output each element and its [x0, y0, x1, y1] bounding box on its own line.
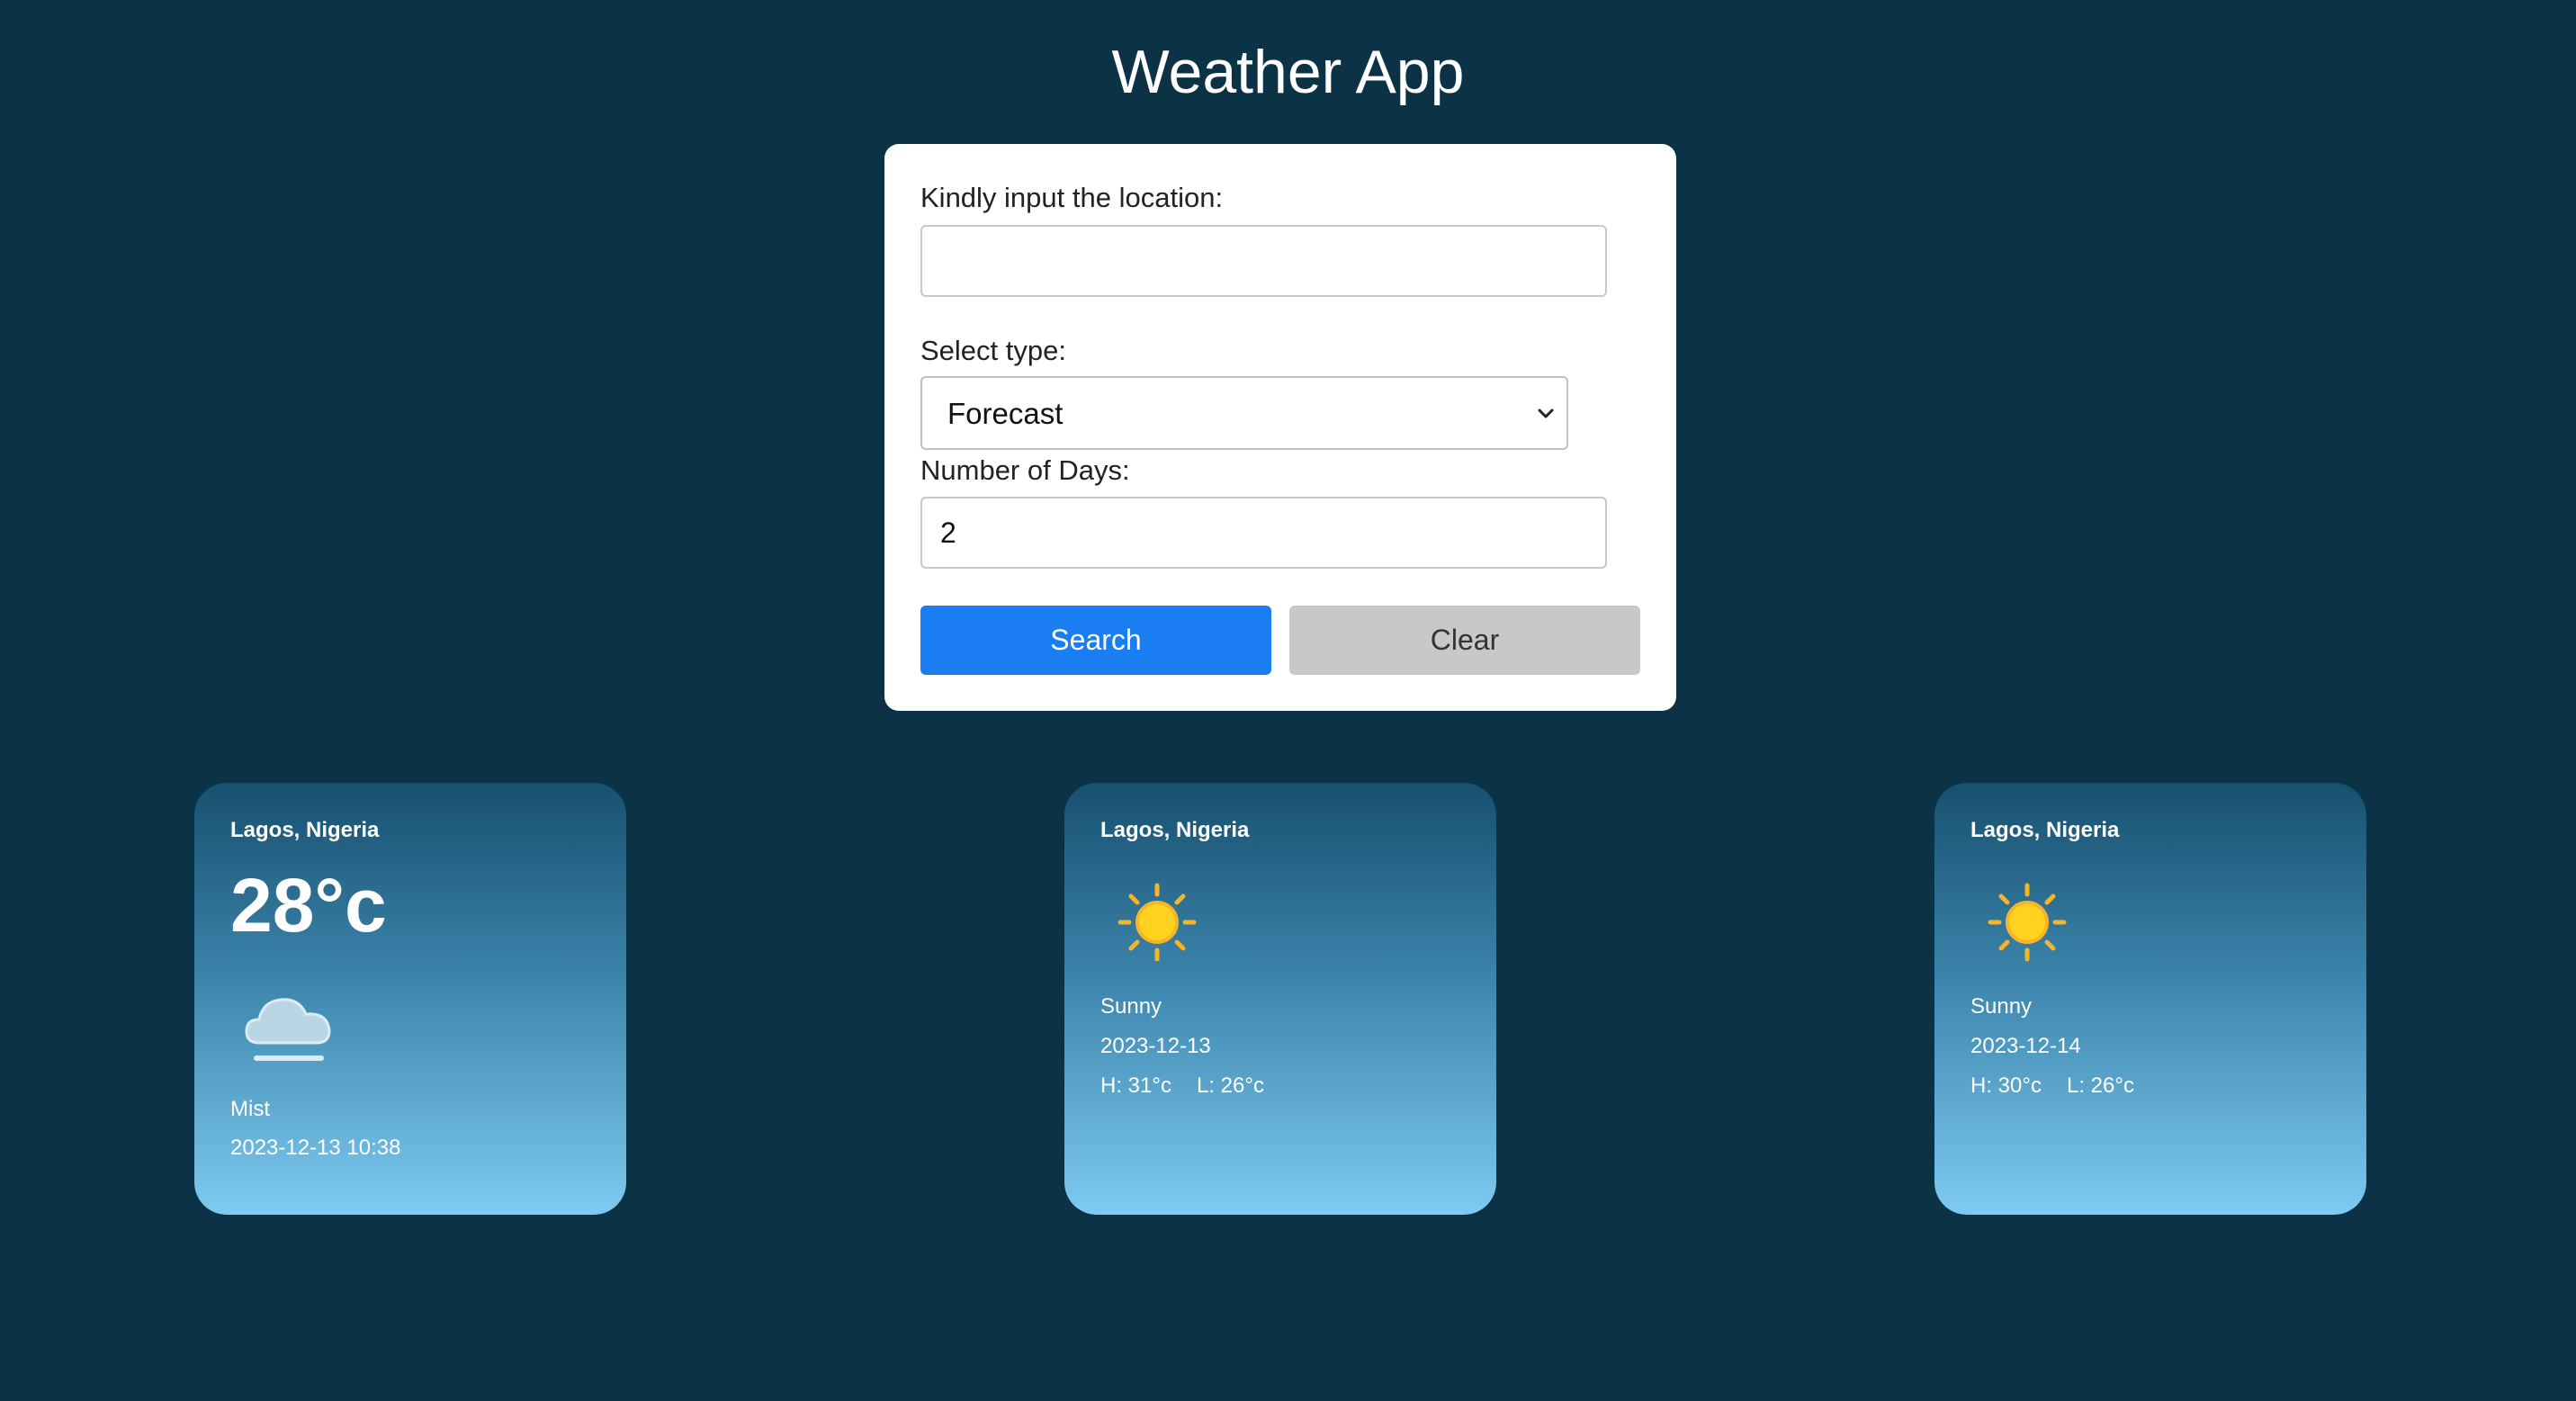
card-date: 2023-12-14 [1970, 1034, 2081, 1058]
days-input[interactable] [920, 497, 1607, 569]
days-label: Number of Days: [920, 454, 1130, 486]
search-form: Kindly input the location: Select type: … [884, 144, 1676, 711]
chevron-down-icon [1538, 409, 1554, 418]
card-high-low: H: 31°c L: 26°c [1100, 1071, 1264, 1101]
forecast-card: Lagos, Nigeria Sunny 2023-12-13 H: 31°c L… [1064, 783, 1496, 1215]
card-location: Lagos, Nigeria [1100, 818, 1250, 842]
sun-icon [1988, 883, 2067, 962]
card-condition: Sunny [1970, 994, 2033, 1019]
sun-icon [1117, 883, 1197, 962]
page-title: Weather App [1111, 38, 1465, 106]
card-low: L: 26°c [1196, 1073, 1264, 1098]
card-low: L: 26°c [2066, 1073, 2134, 1098]
mist-cloud-icon [245, 998, 331, 1061]
card-condition: Sunny [1100, 994, 1162, 1019]
card-condition: Mist [230, 1097, 270, 1121]
card-high: H: 31°c [1100, 1073, 1171, 1098]
card-location: Lagos, Nigeria [1970, 818, 2120, 842]
type-label: Select type: [920, 335, 1066, 366]
card-temperature: 28°c [230, 863, 387, 947]
card-date: 2023-12-13 [1100, 1034, 1211, 1058]
card-datetime: 2023-12-13 10:38 [230, 1136, 401, 1160]
card-high-low: H: 30°c L: 26°c [1970, 1071, 2134, 1101]
forecast-card: Lagos, Nigeria Sunny 2023-12-14 H: 30°c L… [1934, 783, 2366, 1215]
location-label: Kindly input the location: [920, 182, 1224, 213]
current-weather-card: Lagos, Nigeria 28°c Mist 2023-12-13 10:3… [194, 783, 626, 1215]
type-select[interactable]: Forecast [920, 376, 1568, 450]
search-button[interactable]: Search [920, 606, 1271, 675]
card-location: Lagos, Nigeria [230, 818, 380, 842]
type-select-value: Forecast [947, 397, 1064, 430]
location-input[interactable] [920, 225, 1607, 297]
clear-button[interactable]: Clear [1289, 606, 1640, 675]
card-high: H: 30°c [1970, 1073, 2042, 1098]
